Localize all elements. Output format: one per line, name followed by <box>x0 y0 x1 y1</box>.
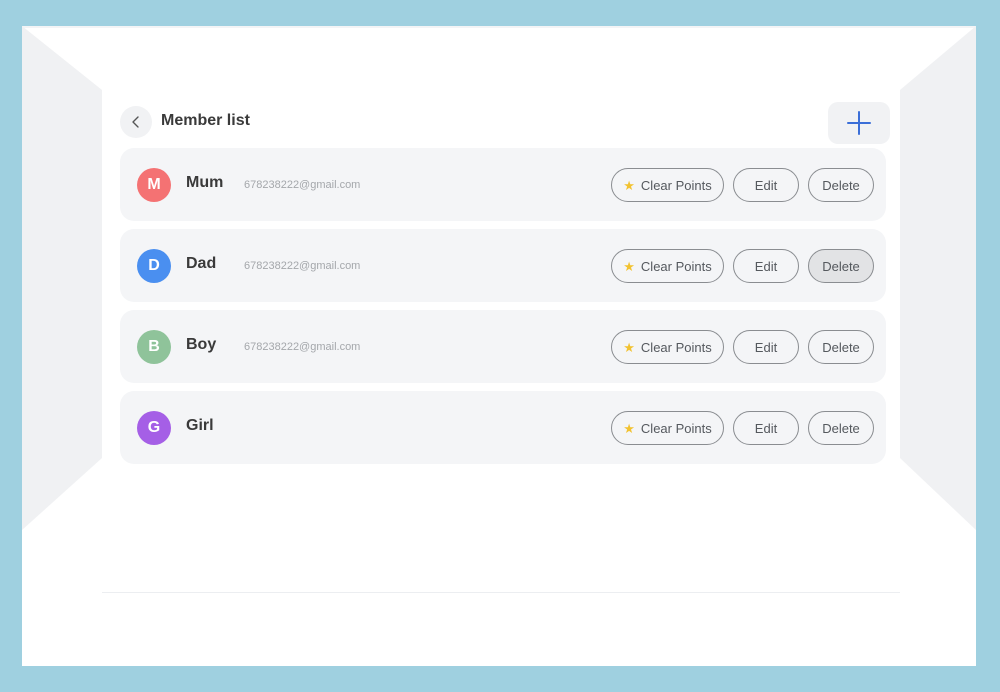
avatar: B <box>137 330 171 364</box>
member-email: 678238222@gmail.com <box>244 341 361 353</box>
member-row: B Boy 678238222@gmail.com ★ Clear Points… <box>120 310 886 383</box>
clear-points-button[interactable]: ★ Clear Points <box>611 168 724 202</box>
clear-points-label: Clear Points <box>640 177 712 193</box>
edit-button[interactable]: Edit <box>733 330 799 364</box>
member-name: Dad <box>186 255 217 272</box>
star-icon: ★ <box>623 420 635 436</box>
avatar: M <box>137 168 171 202</box>
delete-button[interactable]: Delete <box>808 168 874 202</box>
star-icon: ★ <box>623 339 635 355</box>
clear-points-label: Clear Points <box>640 420 712 436</box>
delete-button[interactable]: Delete <box>808 249 874 283</box>
member-actions: ★ Clear Points Edit Delete <box>611 168 874 202</box>
member-name: Boy <box>186 336 217 353</box>
clear-points-button[interactable]: ★ Clear Points <box>611 411 724 445</box>
frame-bevel-right <box>900 26 976 530</box>
member-email: 678238222@gmail.com <box>244 179 361 191</box>
chevron-left-icon <box>132 116 139 128</box>
member-actions: ★ Clear Points Edit Delete <box>611 411 874 445</box>
frame-edge <box>22 26 976 28</box>
clear-points-button[interactable]: ★ Clear Points <box>611 249 724 283</box>
plus-icon <box>847 111 871 135</box>
member-actions: ★ Clear Points Edit Delete <box>611 249 874 283</box>
back-button[interactable] <box>120 106 152 138</box>
clear-points-label: Clear Points <box>640 258 712 274</box>
member-row: G Girl ★ Clear Points Edit Delete <box>120 391 886 464</box>
photo-frame: Member list M Mum 678238222@gmail.com ★ … <box>22 26 976 666</box>
clear-points-label: Clear Points <box>640 339 712 355</box>
star-icon: ★ <box>623 177 635 193</box>
member-list: M Mum 678238222@gmail.com ★ Clear Points… <box>120 148 886 472</box>
app-screen: Member list M Mum 678238222@gmail.com ★ … <box>102 90 900 593</box>
add-member-button[interactable] <box>828 102 890 144</box>
member-name: Mum <box>186 174 224 191</box>
member-name: Girl <box>186 417 214 434</box>
member-email: 678238222@gmail.com <box>244 260 361 272</box>
header: Member list <box>120 102 890 148</box>
edit-button[interactable]: Edit <box>733 249 799 283</box>
edit-button[interactable]: Edit <box>733 168 799 202</box>
star-icon: ★ <box>623 258 635 274</box>
avatar: D <box>137 249 171 283</box>
member-row: M Mum 678238222@gmail.com ★ Clear Points… <box>120 148 886 221</box>
clear-points-button[interactable]: ★ Clear Points <box>611 330 724 364</box>
frame-bevel-left <box>22 26 102 530</box>
edit-button[interactable]: Edit <box>733 411 799 445</box>
delete-button[interactable]: Delete <box>808 330 874 364</box>
delete-button[interactable]: Delete <box>808 411 874 445</box>
page-title: Member list <box>161 112 250 129</box>
member-actions: ★ Clear Points Edit Delete <box>611 330 874 364</box>
avatar: G <box>137 411 171 445</box>
member-row: D Dad 678238222@gmail.com ★ Clear Points… <box>120 229 886 302</box>
